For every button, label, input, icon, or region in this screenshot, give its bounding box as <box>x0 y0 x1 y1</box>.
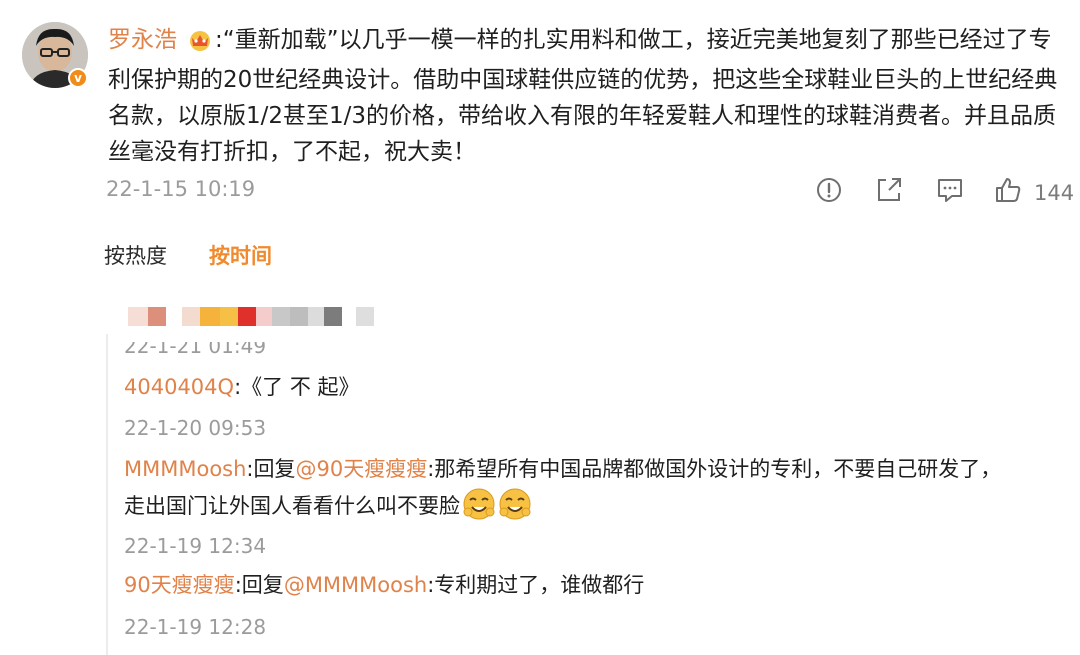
smirk-emoji-icon <box>462 487 496 532</box>
comment-timestamp: 22-1-19 12:34 <box>124 534 267 558</box>
scroll-clip <box>108 334 508 342</box>
comment-text-line2: 走出国门让外国人看看什么叫不要脸 <box>124 494 460 518</box>
comment-item: 4040404Q:《了 不 起》 <box>124 369 1064 405</box>
comment-username[interactable]: MMMMoosh <box>124 457 246 481</box>
crown-badge-icon <box>187 26 213 62</box>
post-body-text: :“重新加载”以几乎一模一样的扎实用料和做工，接近完美地复刻了那些已经过了专利保… <box>108 27 1058 165</box>
comment-item: MMMMoosh:回复@90天瘦瘦瘦:那希望所有中国品牌都做国外设计的专利，不要… <box>124 451 1064 532</box>
report-icon[interactable] <box>815 176 843 204</box>
post-username[interactable]: 罗永浩 <box>108 27 177 53</box>
post-content: 罗永浩:“重新加载”以几乎一模一样的扎实用料和做工，接近完美地复刻了那些已经过了… <box>108 22 1068 170</box>
comment-item: 90天瘦瘦瘦:回复@MMMMoosh:专利期过了，谁做都行 <box>124 567 1064 603</box>
share-icon[interactable] <box>875 176 903 204</box>
comment-thread-rule <box>106 334 108 655</box>
comment-icon[interactable] <box>936 176 964 204</box>
comment-text-line1: :那希望所有中国品牌都做国外设计的专利，不要自己研发了， <box>427 457 1002 481</box>
like-icon[interactable] <box>994 176 1022 204</box>
comment-username[interactable]: 90天瘦瘦瘦 <box>124 573 235 597</box>
mention-link[interactable]: @MMMMoosh <box>284 573 427 597</box>
verified-badge-icon: v <box>68 68 88 88</box>
sort-by-time-tab[interactable]: 按时间 <box>209 240 272 270</box>
pixelated-redaction <box>128 307 374 326</box>
weibo-comment-page: v 罗永浩:“重新加载”以几乎一模一样的扎实用料和做工，接近完美地复刻了那些已经… <box>0 0 1080 655</box>
comment-text: :《了 不 起》 <box>234 375 360 399</box>
smirk-emoji-icon <box>498 487 532 532</box>
comment-timestamp: 22-1-19 12:28 <box>124 615 267 639</box>
comment-username[interactable]: 4040404Q <box>124 375 234 399</box>
comment-timestamp: 22-1-20 09:53 <box>124 416 267 440</box>
reply-prefix: :回复 <box>234 573 284 597</box>
post-actions <box>0 176 1080 210</box>
reply-prefix: :回复 <box>246 457 296 481</box>
mention-link[interactable]: @90天瘦瘦瘦 <box>296 457 428 481</box>
like-count: 144 <box>1034 181 1075 205</box>
sort-by-hot-tab[interactable]: 按热度 <box>104 240 167 270</box>
comment-text: :专利期过了，谁做都行 <box>427 573 645 597</box>
